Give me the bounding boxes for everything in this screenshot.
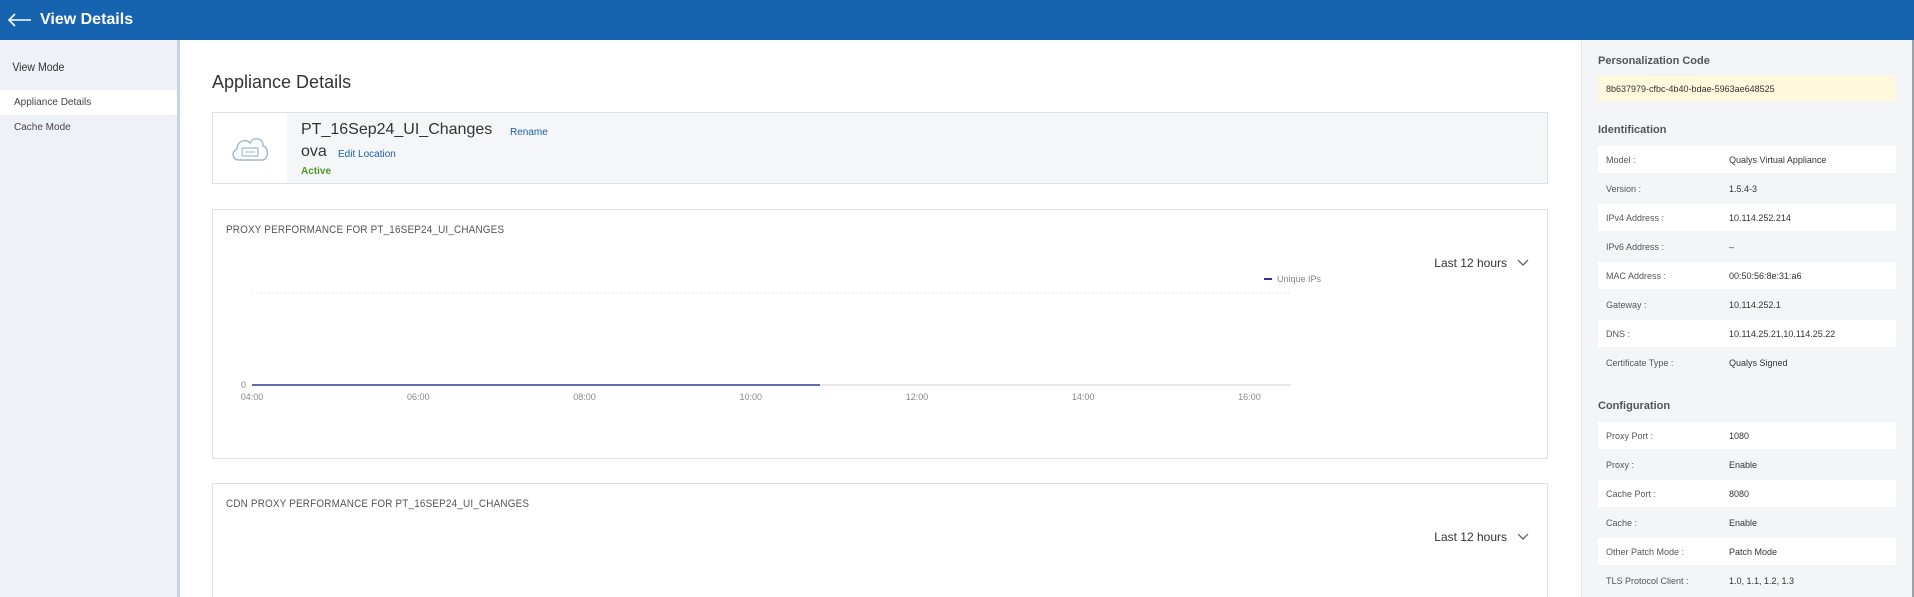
- proxy-performance-chart: Unique IPs 0 04:00 06:00 08:00 10:00 12:00 14…: [241, 274, 1322, 402]
- info-key: Cache Port :: [1606, 488, 1657, 499]
- time-range-dropdown[interactable]: Last 12 hours: [1434, 530, 1529, 544]
- info-value: Enable: [1729, 459, 1758, 470]
- info-key: Model :: [1606, 154, 1636, 165]
- info-value: 00:50:56:8e:31:a6: [1729, 270, 1802, 281]
- info-value: 1080: [1729, 430, 1750, 441]
- x-tick-label: 06:00: [407, 392, 430, 402]
- info-row: Cache : Enable: [1598, 509, 1896, 536]
- chevron-down-icon: [1517, 533, 1529, 540]
- info-key: Other Patch Mode :: [1606, 546, 1685, 557]
- cdn-proxy-performance-card: CDN PROXY PERFORMANCE FOR PT_16SEP24_UI_…: [212, 483, 1548, 597]
- appliance-icon-box: [213, 113, 287, 183]
- info-row: Proxy Port : 1080: [1598, 422, 1896, 449]
- proxy-performance-card: PROXY PERFORMANCE FOR PT_16SEP24_UI_CHAN…: [212, 209, 1548, 459]
- identification-title: Identification: [1598, 124, 1667, 136]
- sidebar: View Mode Appliance Details Cache Mode: [0, 40, 180, 597]
- info-key: Cache :: [1606, 517, 1638, 528]
- time-range-dropdown[interactable]: Last 12 hours: [1434, 256, 1529, 270]
- appliance-name: PT_16Sep24_UI_Changes: [301, 121, 493, 138]
- info-key: MAC Address :: [1606, 270, 1667, 281]
- info-key: DNS :: [1606, 328, 1631, 339]
- info-value: 1.0, 1.1, 1.2, 1.3: [1729, 575, 1795, 586]
- info-row: Other Patch Mode : Patch Mode: [1598, 538, 1896, 565]
- sidebar-item-cache-mode[interactable]: Cache Mode: [0, 115, 177, 140]
- time-range-value: Last 12 hours: [1434, 256, 1507, 270]
- x-tick-label: 16:00: [1238, 392, 1261, 402]
- page-title: Appliance Details: [212, 72, 352, 92]
- main-content: Appliance Details PT_16Sep24_UI_Changes …: [183, 40, 1581, 597]
- status-badge: Active: [301, 166, 332, 177]
- info-key: TLS Protocol Client :: [1606, 575, 1689, 586]
- info-row: DNS : 10.114.25.21,10.114.25.22: [1598, 320, 1896, 347]
- info-row: Version : 1.5.4-3: [1598, 175, 1896, 202]
- info-value: Qualys Virtual Appliance: [1729, 154, 1827, 165]
- info-key: Version :: [1606, 183, 1642, 194]
- right-panel: Personalization Code 8b637979-cfbc-4b40-…: [1581, 40, 1914, 597]
- info-value: Qualys Signed: [1729, 357, 1788, 368]
- personalization-code: 8b637979-cfbc-4b40-bdae-5963ae648525: [1598, 76, 1896, 101]
- info-row: Certificate Type : Qualys Signed: [1598, 349, 1896, 376]
- sidebar-item-appliance-details[interactable]: Appliance Details: [0, 90, 177, 115]
- info-row: Cache Port : 8080: [1598, 480, 1896, 507]
- info-value: 8080: [1729, 488, 1750, 499]
- info-row: TLS Protocol Client : 1.0, 1.1, 1.2, 1.3: [1598, 567, 1896, 594]
- rename-link[interactable]: Rename: [510, 127, 548, 138]
- x-tick-label: 14:00: [1072, 392, 1095, 402]
- info-value: Enable: [1729, 517, 1758, 528]
- chevron-down-icon: [1517, 259, 1529, 266]
- legend-label: Unique IPs: [1277, 274, 1322, 284]
- info-key: Certificate Type :: [1606, 357, 1674, 368]
- info-row: MAC Address : 00:50:56:8e:31:a6: [1598, 262, 1896, 289]
- info-key: IPv4 Address :: [1606, 212, 1665, 223]
- info-row: IPv4 Address : 10.114.252.214: [1598, 204, 1896, 231]
- edit-location-link[interactable]: Edit Location: [338, 149, 396, 160]
- sidebar-heading: View Mode: [12, 60, 65, 74]
- info-key: Proxy :: [1606, 459, 1635, 470]
- info-key: Proxy Port :: [1606, 430, 1654, 441]
- x-tick-label: 08:00: [573, 392, 596, 402]
- info-value: 10.114.252.1: [1729, 299, 1781, 310]
- appliance-card: PT_16Sep24_UI_Changes Rename ova Edit Lo…: [212, 112, 1548, 184]
- x-tick-label: 12:00: [906, 392, 929, 402]
- info-value: 10.114.25.21,10.114.25.22: [1729, 328, 1836, 339]
- page-header-title: View Details: [40, 11, 134, 28]
- info-row: Gateway : 10.114.252.1: [1598, 291, 1896, 318]
- x-tick-label: 10:00: [739, 392, 762, 402]
- appliance-type: ova: [301, 143, 327, 160]
- info-row: IPv6 Address : –: [1598, 233, 1896, 260]
- y-tick-label: 0: [241, 380, 246, 390]
- info-row: Proxy : Enable: [1598, 451, 1896, 478]
- info-value: Patch Mode: [1729, 546, 1778, 557]
- info-value: 1.5.4-3: [1729, 183, 1758, 194]
- info-row: Model : Qualys Virtual Appliance: [1598, 146, 1896, 173]
- chart-title: PROXY PERFORMANCE FOR PT_16SEP24_UI_CHAN…: [226, 224, 505, 236]
- top-bar: View Details: [0, 0, 1914, 40]
- time-range-value: Last 12 hours: [1434, 530, 1507, 544]
- info-key: IPv6 Address :: [1606, 241, 1665, 252]
- chart-title: CDN PROXY PERFORMANCE FOR PT_16SEP24_UI_…: [226, 498, 530, 510]
- info-key: Gateway :: [1606, 299, 1647, 310]
- cloud-appliance-icon: [232, 138, 269, 161]
- info-value: –: [1729, 241, 1735, 252]
- configuration-title: Configuration: [1598, 400, 1671, 412]
- arrow-left-icon[interactable]: [0, 0, 40, 40]
- x-tick-label: 04:00: [241, 392, 264, 402]
- personalization-code-title: Personalization Code: [1598, 55, 1710, 67]
- info-value: 10.114.252.214: [1729, 212, 1791, 223]
